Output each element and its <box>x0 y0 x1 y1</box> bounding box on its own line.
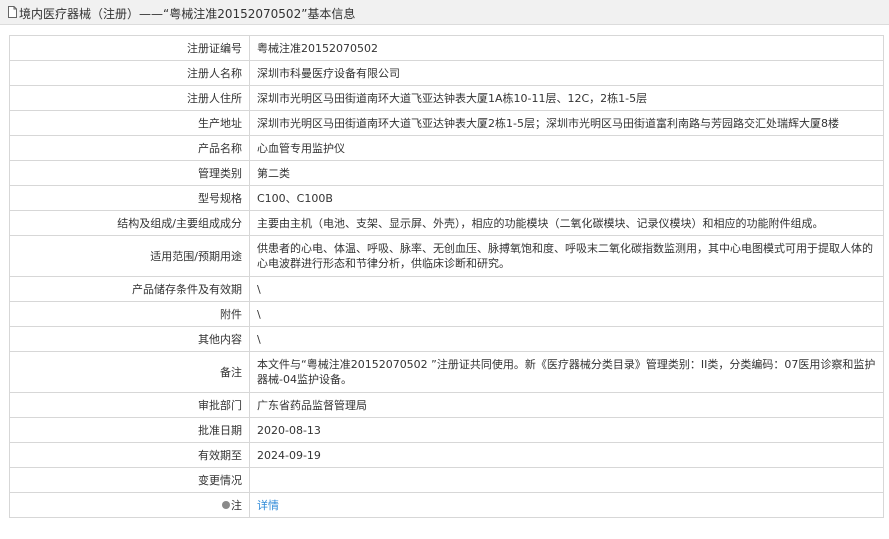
field-label: 有效期至 <box>9 442 250 468</box>
table-row: 审批部门 广东省药品监督管理局 <box>9 392 884 418</box>
field-value: 心血管专用监护仪 <box>249 135 884 161</box>
field-value: 深圳市光明区马田街道南环大道飞亚达钟表大厦1A栋10-11层、12C，2栋1-5… <box>249 85 884 111</box>
map-pin-icon <box>222 500 230 509</box>
field-label: 管理类别 <box>9 160 250 186</box>
table-row: 附件 \ <box>9 301 884 327</box>
table-row: 注 详情 <box>9 492 884 518</box>
field-value: 深圳市科曼医疗设备有限公司 <box>249 60 884 86</box>
details-link[interactable]: 详情 <box>257 499 279 512</box>
field-label: 批准日期 <box>9 417 250 443</box>
field-label: 产品储存条件及有效期 <box>9 276 250 302</box>
table-row: 其他内容 \ <box>9 326 884 352</box>
table-row: 型号规格 C100、C100B <box>9 185 884 211</box>
table-row: 适用范围/预期用途 供患者的心电、体温、呼吸、脉率、无创血压、脉搏氧饱和度、呼吸… <box>9 235 884 277</box>
field-label: 附件 <box>9 301 250 327</box>
document-icon <box>8 6 17 18</box>
info-table: 注册证编号 粤械注准20152070502 注册人名称 深圳市科曼医疗设备有限公… <box>9 35 884 518</box>
field-value: 本文件与“粤械注准20152070502 ”注册证共同使用。新《医疗器械分类目录… <box>249 351 884 393</box>
table-row: 注册证编号 粤械注准20152070502 <box>9 35 884 61</box>
table-row: 管理类别 第二类 <box>9 160 884 186</box>
field-label: 型号规格 <box>9 185 250 211</box>
field-label: 注册人住所 <box>9 85 250 111</box>
field-value: 供患者的心电、体温、呼吸、脉率、无创血压、脉搏氧饱和度、呼吸末二氧化碳指数监测用… <box>249 235 884 277</box>
field-value: \ <box>249 326 884 352</box>
field-value: 2020-08-13 <box>249 417 884 443</box>
table-row: 产品储存条件及有效期 \ <box>9 276 884 302</box>
field-value: 深圳市光明区马田街道南环大道飞亚达钟表大厦2栋1-5层；深圳市光明区马田街道富利… <box>249 110 884 136</box>
table-row: 批准日期 2020-08-13 <box>9 417 884 443</box>
table-row: 变更情况 <box>9 467 884 493</box>
field-label: 适用范围/预期用途 <box>9 235 250 277</box>
field-value: 广东省药品监督管理局 <box>249 392 884 418</box>
field-value: \ <box>249 301 884 327</box>
page-title: 境内医疗器械（注册）——“粤械注准20152070502”基本信息 <box>19 7 356 21</box>
page-header: 境内医疗器械（注册）——“粤械注准20152070502”基本信息 <box>0 0 889 25</box>
table-row: 备注 本文件与“粤械注准20152070502 ”注册证共同使用。新《医疗器械分… <box>9 351 884 393</box>
table-row: 注册人住所 深圳市光明区马田街道南环大道飞亚达钟表大厦1A栋10-11层、12C… <box>9 85 884 111</box>
field-label: 生产地址 <box>9 110 250 136</box>
table-row: 产品名称 心血管专用监护仪 <box>9 135 884 161</box>
field-label: 注册证编号 <box>9 35 250 61</box>
field-value: 主要由主机（电池、支架、显示屏、外壳），相应的功能模块（二氧化碳模块、记录仪模块… <box>249 210 884 236</box>
table-row: 生产地址 深圳市光明区马田街道南环大道飞亚达钟表大厦2栋1-5层；深圳市光明区马… <box>9 110 884 136</box>
table-row: 有效期至 2024-09-19 <box>9 442 884 468</box>
note-label-cell: 注 <box>9 492 250 518</box>
field-label: 变更情况 <box>9 467 250 493</box>
table-row: 注册人名称 深圳市科曼医疗设备有限公司 <box>9 60 884 86</box>
field-label: 其他内容 <box>9 326 250 352</box>
field-label: 注册人名称 <box>9 60 250 86</box>
note-value-cell: 详情 <box>249 492 884 518</box>
field-label: 产品名称 <box>9 135 250 161</box>
field-value <box>249 467 884 493</box>
field-label: 审批部门 <box>9 392 250 418</box>
field-label: 结构及组成/主要组成成分 <box>9 210 250 236</box>
field-value: 2024-09-19 <box>249 442 884 468</box>
note-label: 注 <box>231 498 242 512</box>
field-value: 粤械注准20152070502 <box>249 35 884 61</box>
field-value: C100、C100B <box>249 185 884 211</box>
table-row: 结构及组成/主要组成成分 主要由主机（电池、支架、显示屏、外壳），相应的功能模块… <box>9 210 884 236</box>
field-value: \ <box>249 276 884 302</box>
field-label: 备注 <box>9 351 250 393</box>
field-value: 第二类 <box>249 160 884 186</box>
